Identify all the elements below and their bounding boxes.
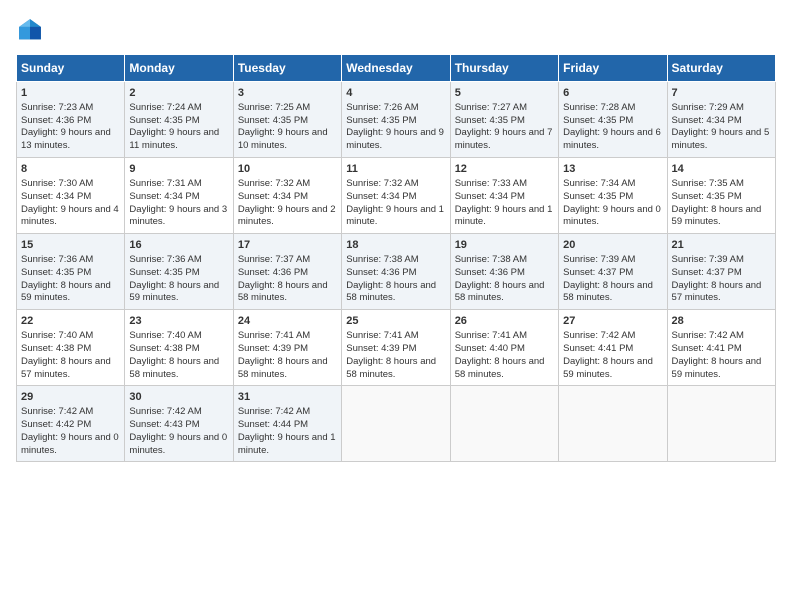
logo-icon bbox=[16, 16, 44, 44]
calendar-cell: 11Sunrise: 7:32 AMSunset: 4:34 PMDayligh… bbox=[342, 158, 450, 234]
day-number: 9 bbox=[129, 162, 228, 177]
calendar-cell: 19Sunrise: 7:38 AMSunset: 4:36 PMDayligh… bbox=[450, 234, 558, 310]
day-number: 26 bbox=[455, 314, 554, 329]
day-number: 19 bbox=[455, 238, 554, 253]
day-number: 21 bbox=[672, 238, 771, 253]
calendar-cell: 15Sunrise: 7:36 AMSunset: 4:35 PMDayligh… bbox=[17, 234, 125, 310]
day-number: 20 bbox=[563, 238, 662, 253]
calendar-cell: 16Sunrise: 7:36 AMSunset: 4:35 PMDayligh… bbox=[125, 234, 233, 310]
calendar-cell: 23Sunrise: 7:40 AMSunset: 4:38 PMDayligh… bbox=[125, 310, 233, 386]
header bbox=[16, 16, 776, 44]
day-number: 7 bbox=[672, 86, 771, 101]
calendar-cell bbox=[450, 386, 558, 462]
day-number: 12 bbox=[455, 162, 554, 177]
day-number: 31 bbox=[238, 390, 337, 405]
calendar-cell: 18Sunrise: 7:38 AMSunset: 4:36 PMDayligh… bbox=[342, 234, 450, 310]
calendar-cell: 7Sunrise: 7:29 AMSunset: 4:34 PMDaylight… bbox=[667, 82, 775, 158]
day-number: 23 bbox=[129, 314, 228, 329]
day-number: 2 bbox=[129, 86, 228, 101]
calendar-cell: 2Sunrise: 7:24 AMSunset: 4:35 PMDaylight… bbox=[125, 82, 233, 158]
calendar-week-2: 15Sunrise: 7:36 AMSunset: 4:35 PMDayligh… bbox=[17, 234, 776, 310]
header-cell-sunday: Sunday bbox=[17, 55, 125, 82]
calendar-cell: 28Sunrise: 7:42 AMSunset: 4:41 PMDayligh… bbox=[667, 310, 775, 386]
day-number: 1 bbox=[21, 86, 120, 101]
calendar-week-3: 22Sunrise: 7:40 AMSunset: 4:38 PMDayligh… bbox=[17, 310, 776, 386]
header-cell-monday: Monday bbox=[125, 55, 233, 82]
day-number: 15 bbox=[21, 238, 120, 253]
page-container: SundayMondayTuesdayWednesdayThursdayFrid… bbox=[0, 0, 792, 470]
calendar-cell: 22Sunrise: 7:40 AMSunset: 4:38 PMDayligh… bbox=[17, 310, 125, 386]
day-number: 28 bbox=[672, 314, 771, 329]
calendar-cell: 24Sunrise: 7:41 AMSunset: 4:39 PMDayligh… bbox=[233, 310, 341, 386]
calendar-week-4: 29Sunrise: 7:42 AMSunset: 4:42 PMDayligh… bbox=[17, 386, 776, 462]
calendar-cell: 9Sunrise: 7:31 AMSunset: 4:34 PMDaylight… bbox=[125, 158, 233, 234]
calendar-cell: 1Sunrise: 7:23 AMSunset: 4:36 PMDaylight… bbox=[17, 82, 125, 158]
day-number: 4 bbox=[346, 86, 445, 101]
header-cell-thursday: Thursday bbox=[450, 55, 558, 82]
calendar-cell bbox=[559, 386, 667, 462]
calendar-cell: 3Sunrise: 7:25 AMSunset: 4:35 PMDaylight… bbox=[233, 82, 341, 158]
header-cell-tuesday: Tuesday bbox=[233, 55, 341, 82]
calendar-cell: 10Sunrise: 7:32 AMSunset: 4:34 PMDayligh… bbox=[233, 158, 341, 234]
day-number: 29 bbox=[21, 390, 120, 405]
calendar-table: SundayMondayTuesdayWednesdayThursdayFrid… bbox=[16, 54, 776, 462]
day-number: 13 bbox=[563, 162, 662, 177]
day-number: 8 bbox=[21, 162, 120, 177]
calendar-cell: 13Sunrise: 7:34 AMSunset: 4:35 PMDayligh… bbox=[559, 158, 667, 234]
day-number: 16 bbox=[129, 238, 228, 253]
header-cell-wednesday: Wednesday bbox=[342, 55, 450, 82]
logo bbox=[16, 16, 48, 44]
day-number: 30 bbox=[129, 390, 228, 405]
calendar-cell bbox=[342, 386, 450, 462]
calendar-header: SundayMondayTuesdayWednesdayThursdayFrid… bbox=[17, 55, 776, 82]
calendar-cell: 25Sunrise: 7:41 AMSunset: 4:39 PMDayligh… bbox=[342, 310, 450, 386]
calendar-cell: 12Sunrise: 7:33 AMSunset: 4:34 PMDayligh… bbox=[450, 158, 558, 234]
day-number: 3 bbox=[238, 86, 337, 101]
calendar-cell: 30Sunrise: 7:42 AMSunset: 4:43 PMDayligh… bbox=[125, 386, 233, 462]
calendar-cell: 26Sunrise: 7:41 AMSunset: 4:40 PMDayligh… bbox=[450, 310, 558, 386]
calendar-cell bbox=[667, 386, 775, 462]
day-number: 11 bbox=[346, 162, 445, 177]
header-row: SundayMondayTuesdayWednesdayThursdayFrid… bbox=[17, 55, 776, 82]
calendar-cell: 4Sunrise: 7:26 AMSunset: 4:35 PMDaylight… bbox=[342, 82, 450, 158]
day-number: 25 bbox=[346, 314, 445, 329]
calendar-cell: 8Sunrise: 7:30 AMSunset: 4:34 PMDaylight… bbox=[17, 158, 125, 234]
calendar-cell: 14Sunrise: 7:35 AMSunset: 4:35 PMDayligh… bbox=[667, 158, 775, 234]
calendar-body: 1Sunrise: 7:23 AMSunset: 4:36 PMDaylight… bbox=[17, 82, 776, 462]
calendar-week-0: 1Sunrise: 7:23 AMSunset: 4:36 PMDaylight… bbox=[17, 82, 776, 158]
day-number: 17 bbox=[238, 238, 337, 253]
day-number: 18 bbox=[346, 238, 445, 253]
calendar-cell: 20Sunrise: 7:39 AMSunset: 4:37 PMDayligh… bbox=[559, 234, 667, 310]
header-cell-saturday: Saturday bbox=[667, 55, 775, 82]
calendar-cell: 29Sunrise: 7:42 AMSunset: 4:42 PMDayligh… bbox=[17, 386, 125, 462]
calendar-cell: 31Sunrise: 7:42 AMSunset: 4:44 PMDayligh… bbox=[233, 386, 341, 462]
day-number: 22 bbox=[21, 314, 120, 329]
header-cell-friday: Friday bbox=[559, 55, 667, 82]
day-number: 5 bbox=[455, 86, 554, 101]
calendar-cell: 5Sunrise: 7:27 AMSunset: 4:35 PMDaylight… bbox=[450, 82, 558, 158]
calendar-cell: 21Sunrise: 7:39 AMSunset: 4:37 PMDayligh… bbox=[667, 234, 775, 310]
day-number: 6 bbox=[563, 86, 662, 101]
calendar-cell: 6Sunrise: 7:28 AMSunset: 4:35 PMDaylight… bbox=[559, 82, 667, 158]
day-number: 27 bbox=[563, 314, 662, 329]
day-number: 24 bbox=[238, 314, 337, 329]
calendar-cell: 17Sunrise: 7:37 AMSunset: 4:36 PMDayligh… bbox=[233, 234, 341, 310]
calendar-cell: 27Sunrise: 7:42 AMSunset: 4:41 PMDayligh… bbox=[559, 310, 667, 386]
day-number: 14 bbox=[672, 162, 771, 177]
calendar-week-1: 8Sunrise: 7:30 AMSunset: 4:34 PMDaylight… bbox=[17, 158, 776, 234]
day-number: 10 bbox=[238, 162, 337, 177]
